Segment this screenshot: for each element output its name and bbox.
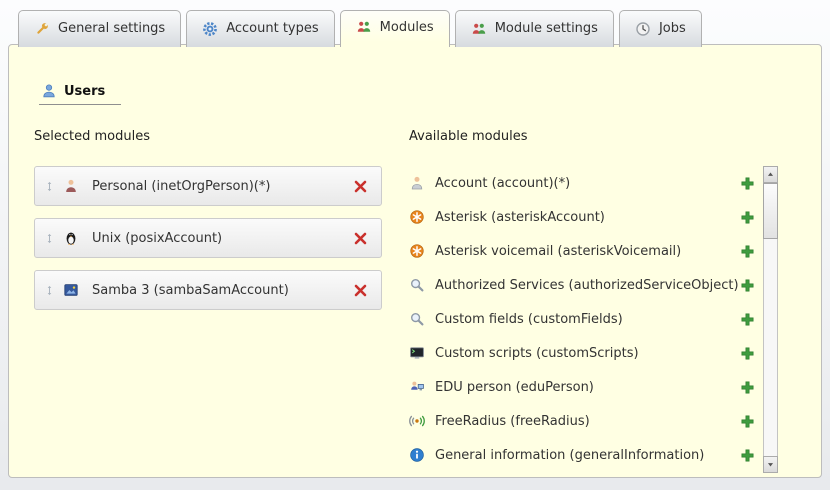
add-module-button[interactable] <box>740 346 755 361</box>
plus-icon <box>740 346 755 361</box>
scroll-thumb[interactable] <box>763 183 778 239</box>
plus-icon <box>740 414 755 429</box>
add-module-button[interactable] <box>740 278 755 293</box>
available-module-row: Asterisk voicemail (asteriskVoicemail) <box>409 234 755 268</box>
available-module-row: Account (account)(*) <box>409 166 755 200</box>
drag-handle-icon[interactable] <box>44 231 55 246</box>
available-module-row: Custom fields (customFields) <box>409 302 755 336</box>
selected-module-row[interactable]: Unix (posixAccount) <box>34 218 382 258</box>
info-icon <box>409 447 425 463</box>
tab-label: Jobs <box>659 21 686 36</box>
scroll-up-button[interactable] <box>763 166 778 183</box>
selected-modules-title: Selected modules <box>34 129 382 144</box>
available-module-row: Custom scripts (customScripts) <box>409 336 755 370</box>
section-title: Users <box>64 84 105 99</box>
add-module-button[interactable] <box>740 414 755 429</box>
user-icon <box>41 83 57 99</box>
plus-icon <box>740 210 755 225</box>
users-section-header: Users <box>39 83 121 105</box>
remove-module-button[interactable] <box>353 283 368 298</box>
module-label: Authorized Services (authorizedServiceOb… <box>435 278 739 293</box>
group-icon <box>356 19 372 35</box>
add-module-button[interactable] <box>740 210 755 225</box>
tab[interactable]: Account types <box>186 10 334 47</box>
available-module-row: Asterisk (asteriskAccount) <box>409 200 755 234</box>
plus-icon <box>740 380 755 395</box>
gear-icon <box>202 21 218 37</box>
plus-icon <box>740 312 755 327</box>
drag-handle-icon[interactable] <box>44 179 55 194</box>
plus-icon <box>740 448 755 463</box>
edu-person-icon <box>409 379 425 395</box>
group-icon <box>471 21 487 37</box>
wrench-icon <box>34 21 50 37</box>
tab[interactable]: Module settings <box>455 10 614 47</box>
tab-label: Module settings <box>495 21 598 36</box>
lam-configuration-page: General settings Account types Modules M… <box>0 0 830 490</box>
delete-icon <box>353 283 368 298</box>
add-module-button[interactable] <box>740 312 755 327</box>
tab[interactable]: Modules <box>340 10 450 47</box>
selected-module-row[interactable]: Personal (inetOrgPerson)(*) <box>34 166 382 206</box>
module-label: General information (generalInformation) <box>435 448 704 463</box>
terminal-icon <box>409 345 425 361</box>
person-icon <box>63 178 79 194</box>
magnifier-icon <box>409 311 425 327</box>
remove-module-button[interactable] <box>353 231 368 246</box>
add-module-button[interactable] <box>740 176 755 191</box>
penguin-icon <box>63 230 79 246</box>
scroll-down-button[interactable] <box>763 456 778 473</box>
arrow-down-icon <box>766 460 775 469</box>
available-module-row: FreeRadius (freeRadius) <box>409 404 755 438</box>
add-module-button[interactable] <box>740 448 755 463</box>
plus-icon <box>740 244 755 259</box>
available-modules-column: Available modules Account (account)(*) A… <box>409 129 755 472</box>
tab-label: Modules <box>380 20 434 35</box>
selected-modules-list: Personal (inetOrgPerson)(*) Unix (posixA… <box>34 166 382 310</box>
remove-module-button[interactable] <box>353 179 368 194</box>
selected-module-row[interactable]: Samba 3 (sambaSamAccount) <box>34 270 382 310</box>
available-module-row: EDU person (eduPerson) <box>409 370 755 404</box>
module-label: Samba 3 (sambaSamAccount) <box>92 283 289 298</box>
delete-icon <box>353 179 368 194</box>
tab[interactable]: General settings <box>18 10 181 47</box>
module-label: Asterisk voicemail (asteriskVoicemail) <box>435 244 681 259</box>
module-label: Account (account)(*) <box>435 176 570 191</box>
plus-icon <box>740 176 755 191</box>
available-modules-title: Available modules <box>409 129 755 144</box>
plus-icon <box>740 278 755 293</box>
add-module-button[interactable] <box>740 244 755 259</box>
module-label: EDU person (eduPerson) <box>435 380 594 395</box>
magnifier-icon <box>409 277 425 293</box>
asterisk-icon <box>409 209 425 225</box>
asterisk-icon <box>409 243 425 259</box>
content-panel: Users Selected modules Personal (inetOrg… <box>8 44 822 478</box>
module-label: Custom fields (customFields) <box>435 312 623 327</box>
add-module-button[interactable] <box>740 380 755 395</box>
clock-icon <box>635 21 651 37</box>
selected-modules-column: Selected modules Personal (inetOrgPerson… <box>34 129 382 322</box>
module-label: Asterisk (asteriskAccount) <box>435 210 605 225</box>
tab-label: Account types <box>226 21 318 36</box>
tab[interactable]: Jobs <box>619 10 702 47</box>
module-label: Custom scripts (customScripts) <box>435 346 639 361</box>
module-label: Unix (posixAccount) <box>92 231 222 246</box>
drag-handle-icon[interactable] <box>44 283 55 298</box>
module-label: Personal (inetOrgPerson)(*) <box>92 179 270 194</box>
samba-icon <box>63 282 79 298</box>
account-icon <box>409 175 425 191</box>
arrow-up-icon <box>766 170 775 179</box>
module-label: FreeRadius (freeRadius) <box>435 414 590 429</box>
tab-label: General settings <box>58 21 165 36</box>
delete-icon <box>353 231 368 246</box>
available-module-row: General information (generalInformation) <box>409 438 755 472</box>
tab-bar: General settings Account types Modules M… <box>18 10 702 47</box>
available-module-row: Authorized Services (authorizedServiceOb… <box>409 268 755 302</box>
available-modules-list: Account (account)(*) Asterisk (asteriskA… <box>409 166 755 472</box>
available-modules-scrollbar[interactable] <box>763 166 778 473</box>
radio-icon <box>409 413 425 429</box>
